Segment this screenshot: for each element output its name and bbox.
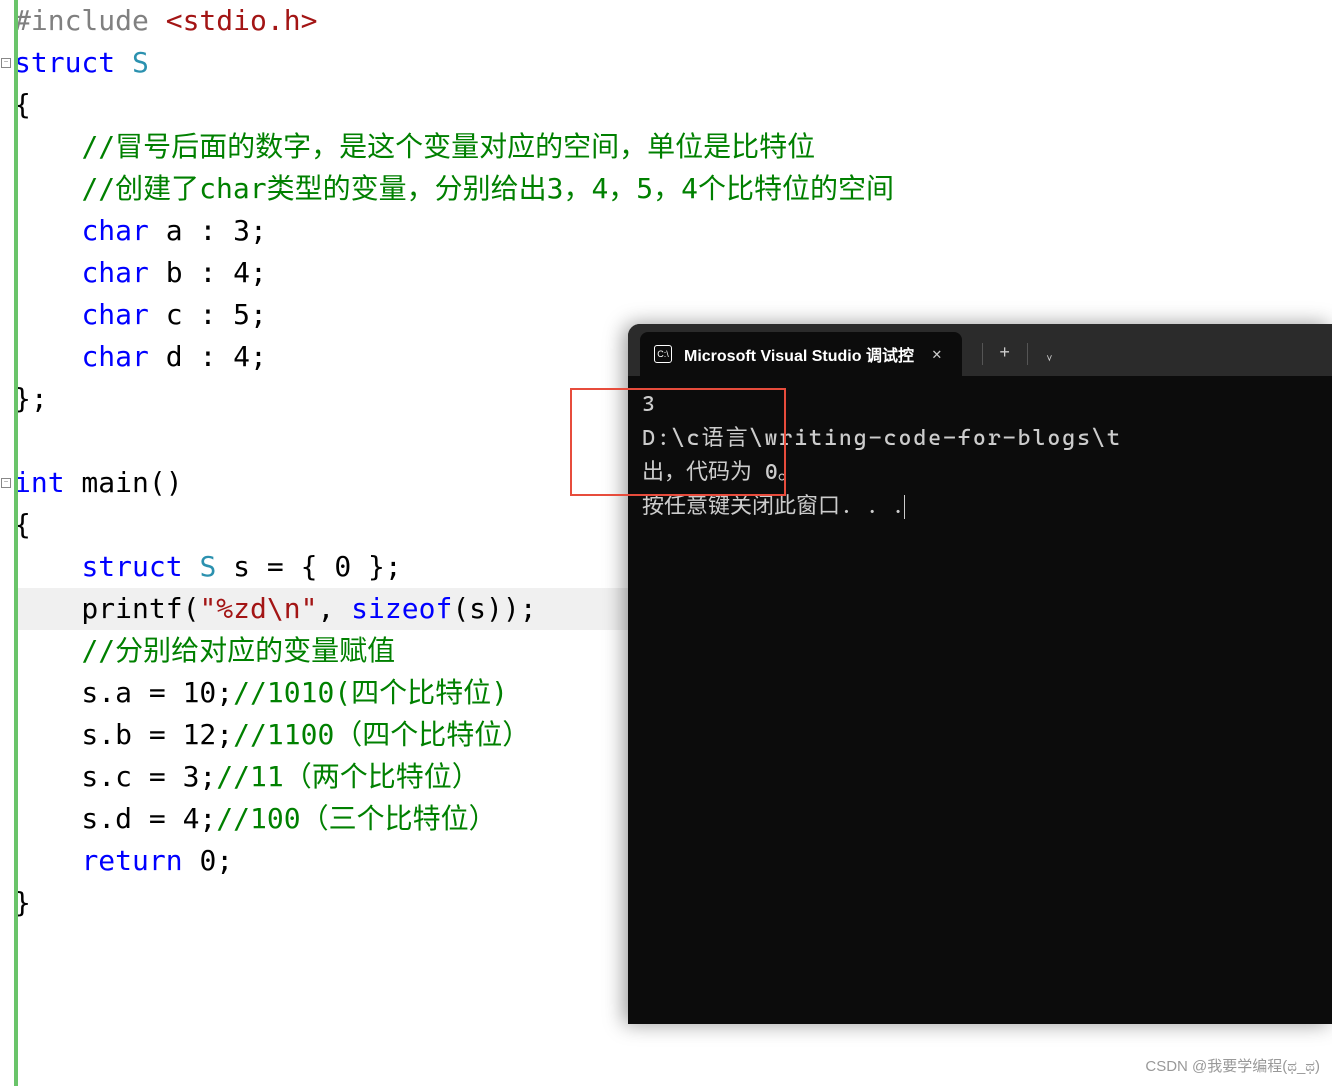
code-token: //1010(四个比特位) xyxy=(233,676,508,709)
code-line[interactable]: char a : 3; xyxy=(14,210,1332,252)
code-token: #include xyxy=(14,4,166,37)
code-token: <stdio.h> xyxy=(166,4,318,37)
code-token: S xyxy=(115,46,149,79)
code-token: d : 4; xyxy=(149,340,267,373)
code-token: char xyxy=(81,340,148,373)
code-token: s.a = 10; xyxy=(14,676,233,709)
code-token: b : 4; xyxy=(149,256,267,289)
code-token: a : 3; xyxy=(149,214,267,247)
code-token: char xyxy=(81,298,148,331)
fold-toggle-icon[interactable]: − xyxy=(1,478,11,488)
code-token xyxy=(14,256,81,289)
code-token xyxy=(14,844,81,877)
terminal-window: C:\ Microsoft Visual Studio 调试控 ✕ + ⌄ 3 … xyxy=(628,324,1332,1024)
code-line[interactable]: { xyxy=(14,84,1332,126)
tab-actions: + ⌄ xyxy=(980,332,1070,376)
close-tab-button[interactable]: ✕ xyxy=(926,342,948,366)
code-token: char xyxy=(81,256,148,289)
code-token: struct xyxy=(14,46,115,79)
cursor xyxy=(904,495,905,519)
divider xyxy=(1027,343,1028,365)
code-token: S xyxy=(183,550,217,583)
output-line: 3 xyxy=(642,388,1318,422)
cmd-icon: C:\ xyxy=(654,345,672,363)
terminal-titlebar[interactable]: C:\ Microsoft Visual Studio 调试控 ✕ + ⌄ xyxy=(628,324,1332,376)
change-indicator-bar xyxy=(14,0,18,1086)
code-token: s.d = 4; xyxy=(14,802,216,835)
code-line[interactable]: //冒号后面的数字，是这个变量对应的空间，单位是比特位 xyxy=(14,126,1332,168)
output-line: 出，代码为 0。 xyxy=(642,456,1318,490)
code-token: struct xyxy=(81,550,182,583)
code-line[interactable]: char b : 4; xyxy=(14,252,1332,294)
code-token: //1100（四个比特位） xyxy=(233,718,530,751)
fold-toggle-icon[interactable]: − xyxy=(1,58,11,68)
code-token: //11（两个比特位） xyxy=(216,760,479,793)
code-token: //100（三个比特位） xyxy=(216,802,496,835)
code-token: \n xyxy=(267,592,301,625)
code-token: " xyxy=(301,592,318,625)
code-token xyxy=(14,172,81,205)
code-token xyxy=(14,550,81,583)
code-token: char xyxy=(81,214,148,247)
divider xyxy=(982,343,983,365)
code-token: s.b = 12; xyxy=(14,718,233,751)
code-token xyxy=(14,298,81,331)
terminal-output[interactable]: 3 D:\c语言\writing-code-for-blogs\t 出，代码为 … xyxy=(628,376,1332,536)
code-token: printf( xyxy=(14,592,199,625)
new-tab-button[interactable]: + xyxy=(985,332,1025,376)
code-token: sizeof xyxy=(351,592,452,625)
code-token: return xyxy=(81,844,182,877)
code-line[interactable]: struct S xyxy=(14,42,1332,84)
code-token: "%zd xyxy=(199,592,266,625)
output-line: 按任意键关闭此窗口. . . xyxy=(642,490,1318,524)
code-line[interactable]: #include <stdio.h> xyxy=(14,0,1332,42)
code-token: s = { 0 }; xyxy=(216,550,401,583)
code-token: //冒号后面的数字，是这个变量对应的空间，单位是比特位 xyxy=(81,130,815,163)
code-token: int xyxy=(14,466,65,499)
code-token: //创建了char类型的变量，分别给出3，4，5，4个比特位的空间 xyxy=(81,172,894,205)
code-token: s.c = 3; xyxy=(14,760,216,793)
terminal-tab-title: Microsoft Visual Studio 调试控 xyxy=(684,342,914,366)
terminal-tab[interactable]: C:\ Microsoft Visual Studio 调试控 ✕ xyxy=(640,332,962,376)
code-token: }; xyxy=(14,382,48,415)
code-token xyxy=(14,130,81,163)
code-token: 0; xyxy=(183,844,234,877)
code-token: main() xyxy=(65,466,183,499)
code-token xyxy=(14,634,81,667)
fold-gutter: −− xyxy=(0,0,14,1086)
watermark: CSDN @我要学编程(ಥ_ಥ) xyxy=(1145,1055,1320,1076)
code-line[interactable]: //创建了char类型的变量，分别给出3，4，5，4个比特位的空间 xyxy=(14,168,1332,210)
tab-dropdown-button[interactable]: ⌄ xyxy=(1030,332,1070,376)
output-line: D:\c语言\writing-code-for-blogs\t xyxy=(642,422,1318,456)
code-token xyxy=(14,340,81,373)
code-token: c : 5; xyxy=(149,298,267,331)
code-token: (s)); xyxy=(452,592,536,625)
code-token xyxy=(14,214,81,247)
code-token: //分别给对应的变量赋值 xyxy=(81,634,395,667)
code-token: , xyxy=(317,592,351,625)
